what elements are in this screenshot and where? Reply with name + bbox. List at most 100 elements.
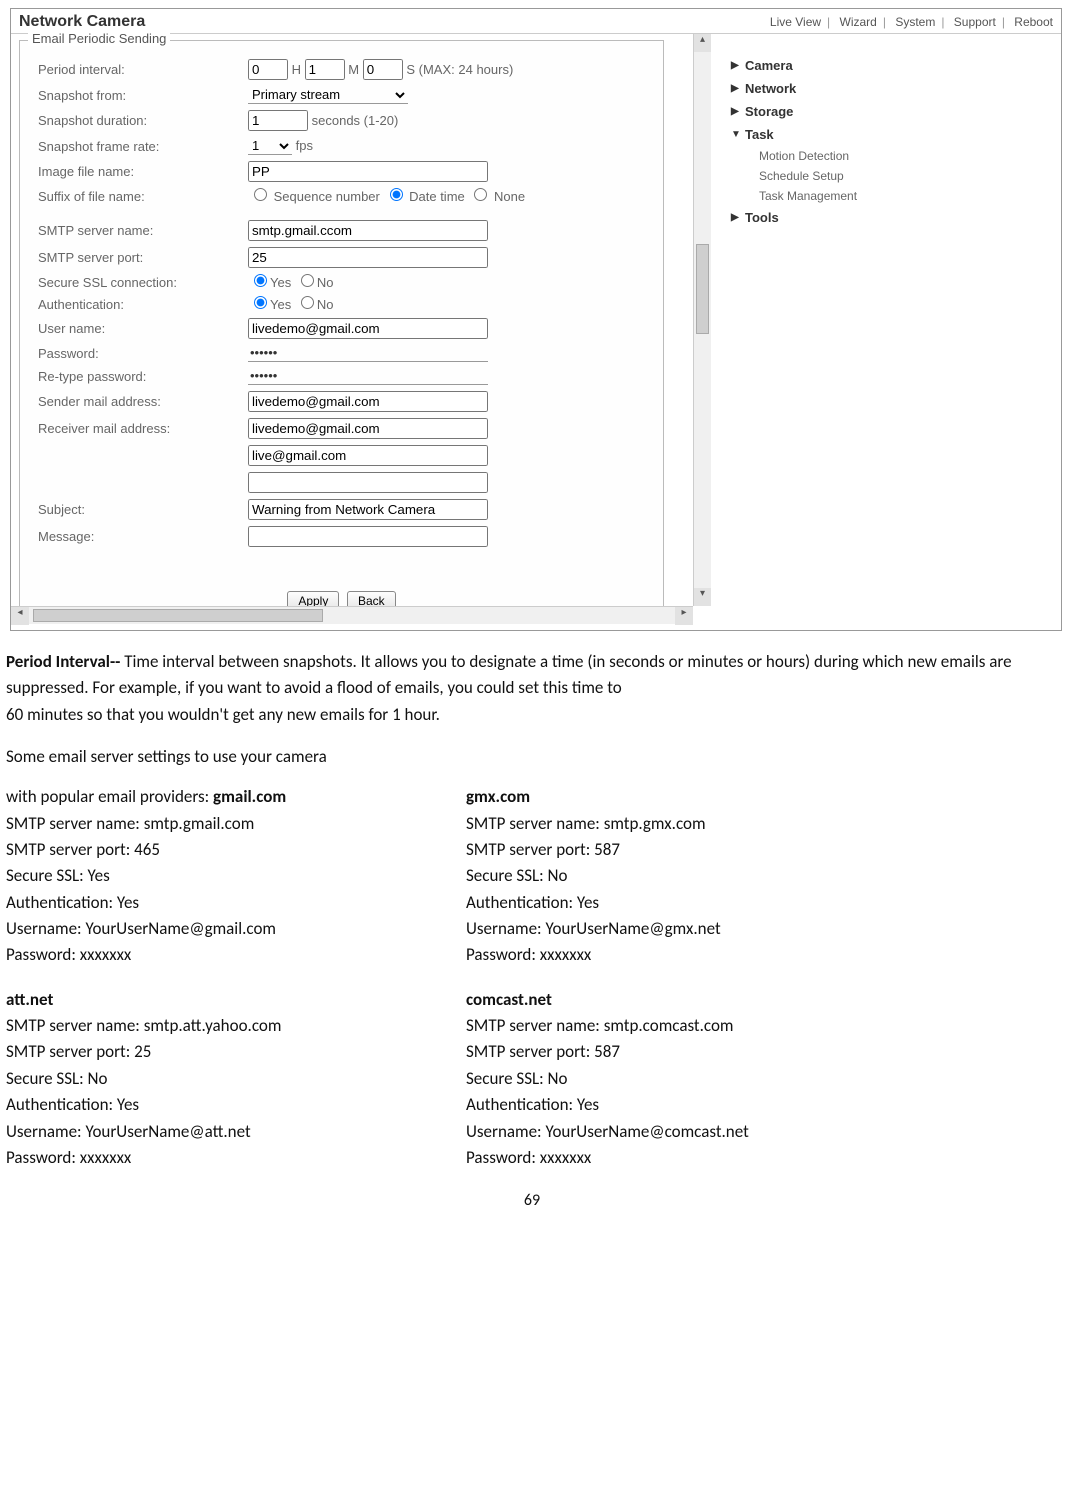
side-tree: ▶Camera ▶Network ▶Storage ▼Task Motion D…: [711, 34, 961, 630]
snapshot-from-select[interactable]: Primary stream: [248, 86, 408, 104]
ssl-no-radio[interactable]: [301, 274, 314, 287]
document-body: Period Interval-- Time interval between …: [6, 649, 1058, 1214]
caret-right-icon: ▶: [731, 106, 745, 117]
smtp-server-input[interactable]: [248, 220, 488, 241]
suffix-seq-label: Sequence number: [274, 189, 380, 204]
side-storage[interactable]: ▶Storage: [731, 100, 951, 123]
provider-att: att.net: [6, 987, 466, 1013]
att-auth: Authentication: Yes: [6, 1092, 466, 1118]
email-periodic-group: Email Periodic Sending Period interval: …: [19, 40, 664, 620]
snapshot-duration-label: Snapshot duration:: [38, 113, 248, 128]
smtp-port-input[interactable]: [248, 247, 488, 268]
period-interval-heading: Period Interval--: [6, 651, 124, 672]
nav-support[interactable]: Support: [954, 15, 996, 29]
message-input[interactable]: [248, 526, 488, 547]
main-panel: Email Periodic Sending Period interval: …: [11, 34, 711, 630]
comcast-pwd: Password: xxxxxxx: [466, 1145, 926, 1171]
scroll-up-icon[interactable]: ▴: [694, 34, 711, 52]
scroll-right-icon[interactable]: ▸: [675, 607, 693, 625]
side-task-motion[interactable]: Motion Detection: [731, 146, 951, 166]
att-port: SMTP server port: 25: [6, 1039, 466, 1065]
snapshot-duration-input[interactable]: [248, 110, 308, 131]
provider-gmx: gmx.com: [466, 784, 926, 810]
vertical-scrollbar[interactable]: ▴ ▾: [693, 34, 711, 606]
nav-system[interactable]: System: [895, 15, 935, 29]
minutes-unit: M: [348, 62, 359, 77]
group-title: Email Periodic Sending: [28, 31, 170, 46]
comcast-user: Username: YourUserName@comcast.net: [466, 1119, 926, 1145]
period-hours-input[interactable]: [248, 59, 288, 80]
ssl-label: Secure SSL connection:: [38, 275, 248, 290]
scroll-left-icon[interactable]: ◂: [11, 607, 29, 625]
suffix-seq-radio[interactable]: [254, 188, 267, 201]
comcast-auth: Authentication: Yes: [466, 1092, 926, 1118]
auth-no-radio[interactable]: [301, 296, 314, 309]
suffix-date-label: Date time: [409, 189, 465, 204]
smtp-port-label: SMTP server port:: [38, 250, 248, 265]
caret-right-icon: ▶: [731, 60, 745, 71]
caret-right-icon: ▶: [731, 212, 745, 223]
hours-unit: H: [292, 62, 301, 77]
user-input[interactable]: [248, 318, 488, 339]
auth-no-label: No: [317, 297, 334, 312]
gmx-server: SMTP server name: smtp.gmx.com: [466, 811, 926, 837]
suffix-label: Suffix of file name:: [38, 189, 248, 204]
receiver3-input[interactable]: [248, 472, 488, 493]
image-file-input[interactable]: [248, 161, 488, 182]
nav-live-view[interactable]: Live View: [770, 15, 821, 29]
comcast-ssl: Secure SSL: No: [466, 1066, 926, 1092]
app-frame: Network Camera Live View| Wizard| System…: [10, 8, 1062, 631]
snapshot-from-label: Snapshot from:: [38, 88, 248, 103]
gmx-port: SMTP server port: 587: [466, 837, 926, 863]
period-minutes-input[interactable]: [305, 59, 345, 80]
ssl-no-label: No: [317, 275, 334, 290]
sender-input[interactable]: [248, 391, 488, 412]
side-task[interactable]: ▼Task: [731, 123, 951, 146]
image-file-label: Image file name:: [38, 164, 248, 179]
provider-gmail: gmail.com: [213, 786, 286, 807]
caret-down-icon: ▼: [731, 129, 745, 140]
side-camera[interactable]: ▶Camera: [731, 54, 951, 77]
comcast-server: SMTP server name: smtp.comcast.com: [466, 1013, 926, 1039]
password-input[interactable]: [248, 345, 488, 362]
scroll-down-icon[interactable]: ▾: [694, 588, 711, 606]
att-ssl: Secure SSL: No: [6, 1066, 466, 1092]
hscroll-thumb[interactable]: [33, 609, 323, 622]
nav-reboot[interactable]: Reboot: [1014, 15, 1053, 29]
pwd-label: Password:: [38, 346, 248, 361]
retype-password-input[interactable]: [248, 368, 488, 385]
period-interval-desc2: 60 minutes so that you wouldn't get any …: [6, 702, 1058, 728]
gmail-port: SMTP server port: 465: [6, 837, 466, 863]
snapshot-rate-label: Snapshot frame rate:: [38, 139, 248, 154]
side-task-schedule[interactable]: Schedule Setup: [731, 166, 951, 186]
side-network[interactable]: ▶Network: [731, 77, 951, 100]
auth-yes-radio[interactable]: [254, 296, 267, 309]
horizontal-scrollbar[interactable]: ◂ ▸: [11, 606, 693, 624]
caret-right-icon: ▶: [731, 83, 745, 94]
period-interval-label: Period interval:: [38, 62, 248, 77]
side-task-mgmt[interactable]: Task Management: [731, 186, 951, 206]
side-tools[interactable]: ▶Tools: [731, 206, 951, 229]
smtp-server-label: SMTP server name:: [38, 223, 248, 238]
snapshot-rate-suffix: fps: [296, 138, 313, 153]
pwd2-label: Re-type password:: [38, 369, 248, 384]
suffix-none-label: None: [494, 189, 525, 204]
receiver-label: Receiver mail address:: [38, 421, 248, 436]
providers-intro2: with popular email providers:: [6, 786, 213, 807]
snapshot-rate-select[interactable]: 1: [248, 137, 292, 155]
comcast-port: SMTP server port: 587: [466, 1039, 926, 1065]
subject-input[interactable]: [248, 499, 488, 520]
nav-wizard[interactable]: Wizard: [840, 15, 877, 29]
vscroll-thumb[interactable]: [696, 244, 709, 334]
suffix-date-radio[interactable]: [390, 188, 403, 201]
ssl-yes-label: Yes: [270, 275, 291, 290]
subject-label: Subject:: [38, 502, 248, 517]
snapshot-duration-suffix: seconds (1-20): [312, 113, 399, 128]
receiver2-input[interactable]: [248, 445, 488, 466]
gmail-server: SMTP server name: smtp.gmail.com: [6, 811, 466, 837]
receiver1-input[interactable]: [248, 418, 488, 439]
suffix-none-radio[interactable]: [474, 188, 487, 201]
seconds-unit: S (MAX: 24 hours): [406, 62, 513, 77]
period-seconds-input[interactable]: [363, 59, 403, 80]
ssl-yes-radio[interactable]: [254, 274, 267, 287]
